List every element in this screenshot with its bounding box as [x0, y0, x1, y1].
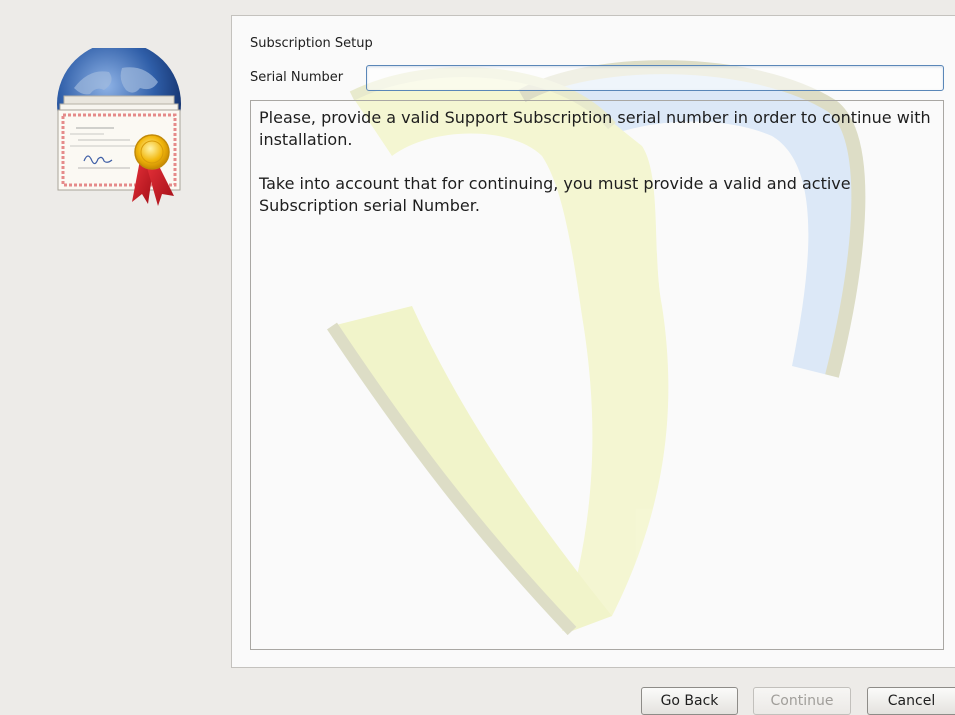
serial-number-input[interactable]	[366, 65, 944, 91]
content-panel: Subscription Setup Serial Number Please,…	[231, 15, 955, 668]
certificate-icon	[54, 42, 184, 208]
cancel-button[interactable]: Cancel	[867, 687, 955, 715]
installer-window: Subscription Setup Serial Number Please,…	[0, 0, 955, 715]
message-text-area: Please, provide a valid Support Subscrip…	[250, 100, 944, 650]
serial-number-label: Serial Number	[250, 70, 344, 85]
message-paragraph-instructions: Please, provide a valid Support Subscrip…	[259, 108, 931, 149]
go-back-button[interactable]: Go Back	[641, 687, 738, 715]
continue-button[interactable]: Continue	[753, 687, 851, 715]
page-title: Subscription Setup	[250, 36, 373, 51]
message-paragraph-requirement: Take into account that for continuing, y…	[259, 174, 851, 215]
